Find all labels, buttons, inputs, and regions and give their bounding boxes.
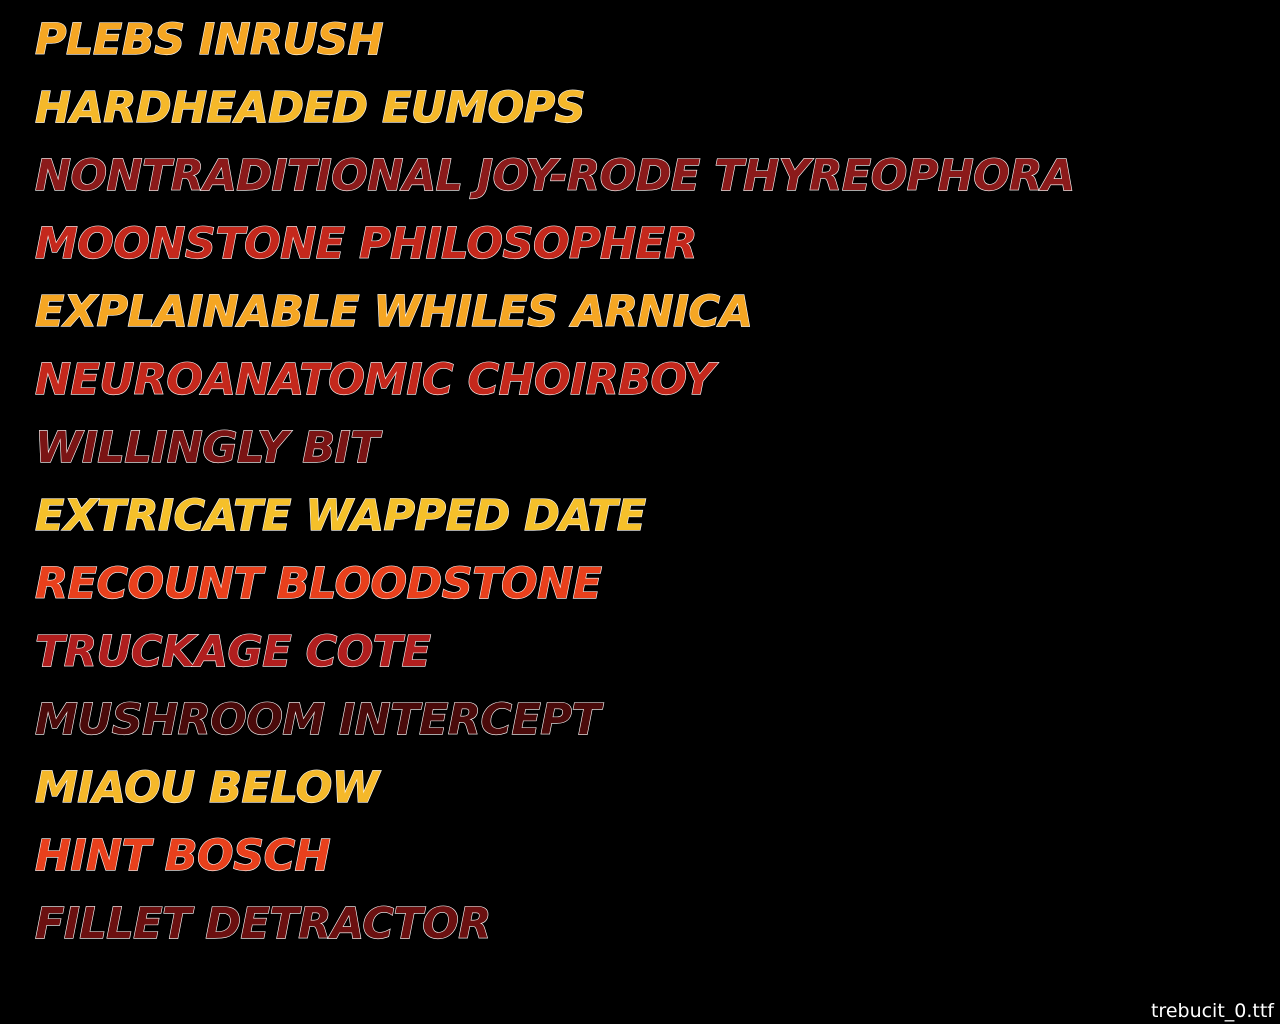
text-line: NONTRADITIONAL JOY-RODE THYREOPHORA [34,150,1075,201]
text-line: HINT BOSCH [34,830,331,881]
text-line: FILLET DETRACTOR [34,898,492,949]
text-line: EXPLAINABLE WHILES ARNICA [34,286,753,337]
text-line: RECOUNT BLOODSTONE [34,558,602,609]
text-line: PLEBS INRUSH [34,14,384,65]
text-line: MIAOU BELOW [34,762,379,813]
text-line: MOONSTONE PHILOSOPHER [34,218,698,269]
text-line: NEUROANATOMIC CHOIRBOY [34,354,715,405]
text-line: EXTRICATE WAPPED DATE [34,490,646,541]
text-line: WILLINGLY BIT [34,422,380,473]
text-line: MUSHROOM INTERCEPT [34,694,601,745]
text-line: TRUCKAGE COTE [34,626,431,677]
font-filename-label: trebucit_0.ttf [1150,1000,1274,1022]
text-lines-list: PLEBS INRUSH HARDHEADED EUMOPS NONTRADIT… [34,14,1075,966]
text-line: HARDHEADED EUMOPS [34,82,586,133]
